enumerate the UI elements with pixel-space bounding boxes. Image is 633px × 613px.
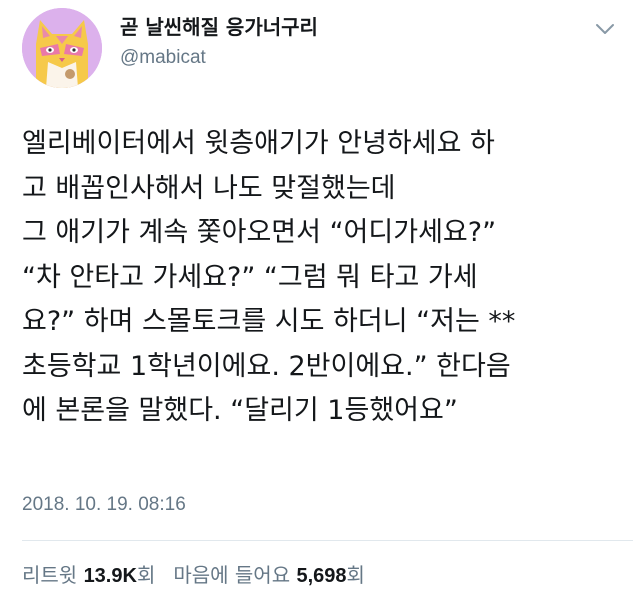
retweets-stat[interactable]: 리트윗 13.9K회 xyxy=(22,563,155,587)
tweet-timestamp[interactable]: 2018. 10. 19. 08:16 xyxy=(22,493,186,517)
tweet-text: 엘리베이터에서 윗층애기가 안녕하세요 하 고 배꼽인사해서 나도 맞절했는데 … xyxy=(22,122,622,434)
tweet-header: 곧 날씬해질 응가너구리 @mabicat xyxy=(22,8,622,90)
display-name[interactable]: 곧 날씬해질 응가너구리 xyxy=(120,14,318,40)
divider xyxy=(22,540,633,541)
pink-cat-avatar-icon xyxy=(22,8,102,88)
likes-label: 마음에 들어요 xyxy=(173,563,291,587)
tweet-text-line: 에 본론을 말했다. “달리기 1등했어요” xyxy=(22,395,458,426)
tweet-stats: 리트윗 13.9K회 마음에 들어요 5,698회 xyxy=(22,562,365,589)
user-handle[interactable]: @mabicat xyxy=(120,46,318,70)
retweets-unit: 회 xyxy=(136,563,156,587)
chevron-down-icon xyxy=(596,24,614,34)
tweet-text-line: 요?” 하며 스몰토크를 시도 하더니 “저는 ** xyxy=(22,306,516,337)
tweet-text-line: 고 배꼽인사해서 나도 맞절했는데 xyxy=(22,172,396,204)
tweet-menu-button[interactable] xyxy=(592,16,618,42)
likes-stat[interactable]: 마음에 들어요 5,698회 xyxy=(173,563,365,587)
tweet-text-line: “차 안타고 가세요?” “그럼 뭐 타고 가세 xyxy=(22,261,478,293)
tweet-text-line: 엘리베이터에서 윗층애기가 안녕하세요 하 xyxy=(22,128,495,159)
likes-count: 5,698 xyxy=(296,565,347,587)
likes-unit: 회 xyxy=(346,563,365,587)
author-names: 곧 날씬해질 응가너구리 @mabicat xyxy=(120,14,318,70)
avatar[interactable] xyxy=(22,8,102,88)
tweet-text-line: 그 애기가 계속 쫓아오면서 “어디가세요?” xyxy=(22,217,497,248)
retweets-count: 13.9K xyxy=(83,565,137,587)
retweets-label: 리트윗 xyxy=(22,563,78,587)
tweet-text-line: 초등학교 1학년이에요. 2반이에요.” 한다음 xyxy=(22,350,511,382)
tweet-card: 곧 날씬해질 응가너구리 @mabicat 엘리베이터에서 윗층애기가 안녕하세… xyxy=(0,0,633,613)
